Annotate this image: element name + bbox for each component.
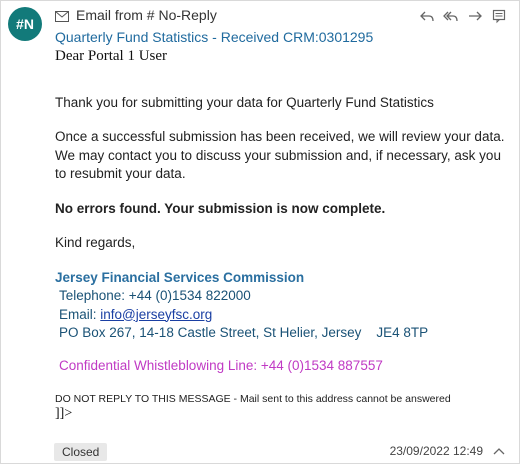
email-card: #N Email from # No-Reply Quarterly Fund … — [0, 0, 520, 464]
email-contact-label: Email: — [59, 306, 101, 322]
chevron-up-icon[interactable] — [493, 447, 505, 455]
email-actions — [419, 8, 507, 24]
sender-line: Email from # No-Reply — [76, 7, 217, 23]
subject-line[interactable]: Quarterly Fund Statistics - Received CRM… — [55, 29, 373, 45]
body-paragraph-1: Thank you for submitting your data for Q… — [55, 94, 434, 110]
cdata-trailer: ]]> — [55, 406, 73, 421]
no-reply-notice: DO NOT REPLY TO THIS MESSAGE - Mail sent… — [55, 393, 451, 405]
reply-icon[interactable] — [419, 8, 435, 24]
address-line: PO Box 267, 14-18 Castle Street, St Heli… — [59, 325, 429, 340]
status-badge: Closed — [54, 443, 108, 461]
email-icon — [55, 11, 69, 22]
view-details-icon[interactable] — [491, 8, 507, 24]
forward-icon[interactable] — [467, 8, 483, 24]
organization-name: Jersey Financial Services Commission — [55, 269, 305, 285]
completion-message: No errors found. Your submission is now … — [55, 200, 386, 216]
email-contact-link[interactable]: info@jerseyfsc.org — [100, 307, 212, 322]
whistleblowing-line: Confidential Whistleblowing Line: +44 (0… — [59, 357, 383, 373]
closing: Kind regards, — [55, 235, 136, 250]
greeting: Dear Portal 1 User — [55, 48, 168, 64]
email-contact-line: Email: info@jerseyfsc.org — [55, 306, 505, 325]
body-paragraph-2: Once a successful submission has been re… — [55, 129, 505, 181]
telephone-line: Telephone: +44 (0)1534 822000 — [59, 288, 251, 303]
email-body: Dear Portal 1 User Thank you for submitt… — [55, 47, 505, 422]
sender-avatar: #N — [8, 7, 42, 41]
timestamp: 23/09/2022 12:49 — [389, 444, 483, 458]
reply-all-icon[interactable] — [443, 8, 459, 24]
